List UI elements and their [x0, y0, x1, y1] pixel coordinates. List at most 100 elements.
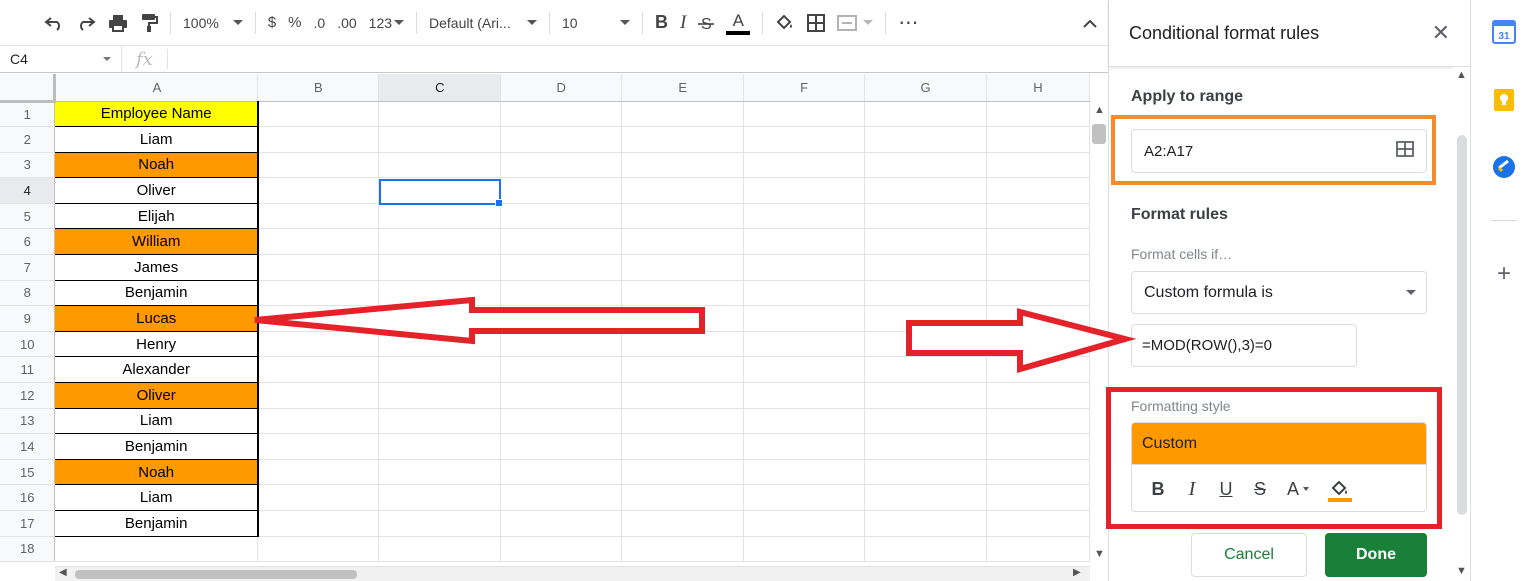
row-header[interactable]: 14 — [0, 433, 56, 460]
percent-button[interactable]: % — [282, 8, 307, 38]
cancel-button[interactable]: Cancel — [1191, 533, 1307, 577]
select-range-icon[interactable] — [1396, 141, 1414, 161]
cell-f[interactable] — [743, 484, 866, 511]
cell-e[interactable] — [621, 382, 745, 409]
cell-a[interactable]: Henry — [54, 331, 259, 358]
column-header-e[interactable]: E — [621, 74, 745, 102]
cell-f[interactable] — [743, 228, 866, 256]
grid-horizontal-scrollbar[interactable]: ◀ ▶ — [55, 566, 1090, 581]
style-preview[interactable]: Custom — [1132, 423, 1426, 465]
cell-c[interactable] — [378, 254, 502, 281]
cell-e[interactable] — [621, 228, 745, 256]
column-header-g[interactable]: G — [864, 74, 987, 102]
custom-formula-input[interactable]: =MOD(ROW(),3)=0 — [1131, 324, 1357, 367]
cell-f[interactable] — [743, 510, 866, 537]
chevron-up-icon[interactable]: ▲ — [1094, 104, 1105, 116]
row-header[interactable]: 7 — [0, 254, 56, 281]
cell-e[interactable] — [621, 152, 745, 179]
cell-g[interactable] — [864, 459, 987, 486]
fill-color-icon[interactable] — [769, 8, 801, 38]
cell-b[interactable] — [257, 459, 380, 486]
redo-icon[interactable] — [70, 8, 102, 38]
scrollbar-thumb[interactable] — [1092, 124, 1106, 144]
cell-a[interactable]: Lucas — [54, 305, 259, 332]
row-header[interactable]: 12 — [0, 382, 56, 409]
cell-e[interactable] — [621, 101, 745, 128]
condition-select[interactable]: Custom formula is — [1131, 271, 1427, 314]
cell-c[interactable] — [378, 484, 502, 511]
increase-decimals-button[interactable]: .00 — [331, 8, 362, 38]
cell-g[interactable] — [864, 382, 987, 409]
cell-h[interactable] — [986, 459, 1090, 486]
cell-b[interactable] — [257, 203, 380, 230]
row-header[interactable]: 10 — [0, 331, 56, 358]
cell-f[interactable] — [743, 408, 866, 435]
cell-a[interactable]: Liam — [54, 408, 259, 435]
row-header[interactable]: 13 — [0, 408, 56, 435]
cell-c[interactable] — [378, 203, 502, 230]
cell-h[interactable] — [986, 254, 1090, 281]
cell-d[interactable] — [500, 254, 623, 281]
cell-b[interactable] — [257, 152, 380, 179]
cell-f[interactable] — [743, 280, 866, 307]
cell-f[interactable] — [743, 331, 866, 358]
zoom-select[interactable]: 100% — [177, 8, 249, 38]
row-header[interactable]: 11 — [0, 356, 56, 384]
cell-a[interactable]: Benjamin — [54, 280, 259, 307]
column-header-h[interactable]: H — [986, 74, 1090, 102]
cell-g[interactable] — [864, 305, 987, 332]
add-addon-icon[interactable]: + — [1492, 260, 1516, 288]
undo-icon[interactable] — [38, 8, 70, 38]
cell-e[interactable] — [621, 126, 745, 153]
more-formats-select[interactable]: 123 — [363, 8, 410, 38]
merge-cells-icon[interactable] — [831, 8, 879, 38]
cell-c[interactable] — [378, 305, 502, 332]
cell-e[interactable] — [621, 510, 745, 537]
cell-h[interactable] — [986, 382, 1090, 409]
cell-c[interactable] — [378, 177, 502, 204]
cell-g[interactable] — [864, 203, 987, 230]
strikethrough-icon[interactable]: S — [692, 8, 720, 38]
column-header-d[interactable]: D — [500, 74, 623, 102]
cell-b[interactable] — [257, 484, 380, 511]
panel-scrollbar[interactable]: ▲ ▼ — [1453, 67, 1471, 581]
style-strikethrough-button[interactable]: S — [1244, 473, 1276, 505]
cell-a[interactable]: James — [54, 254, 259, 281]
column-header-a[interactable]: A — [54, 74, 259, 102]
cell-d[interactable] — [500, 408, 623, 435]
style-bold-button[interactable]: B — [1142, 473, 1174, 505]
cell-a[interactable]: Liam — [54, 484, 259, 511]
cell-d[interactable] — [500, 203, 623, 230]
cell-g[interactable] — [864, 152, 987, 179]
cell-c[interactable] — [378, 280, 502, 307]
scrollbar-thumb[interactable] — [1457, 135, 1467, 515]
cell-d[interactable] — [500, 510, 623, 537]
chevron-right-icon[interactable]: ▶ — [1073, 567, 1081, 578]
cell-h[interactable] — [986, 536, 1090, 563]
row-header[interactable]: 17 — [0, 510, 56, 537]
cell-a[interactable]: Liam — [54, 126, 259, 153]
cell-b[interactable] — [257, 126, 380, 153]
tasks-icon[interactable] — [1492, 155, 1516, 179]
cell-d[interactable] — [500, 459, 623, 486]
cell-a[interactable]: Benjamin — [54, 433, 259, 460]
cell-h[interactable] — [986, 177, 1090, 204]
text-color-button[interactable]: A — [720, 8, 756, 38]
row-header[interactable]: 4 — [0, 177, 56, 204]
cell-a[interactable]: Benjamin — [54, 510, 259, 537]
column-header-b[interactable]: B — [257, 74, 380, 102]
cell-a[interactable]: Oliver — [54, 382, 259, 409]
select-all-corner[interactable] — [0, 74, 57, 103]
style-underline-button[interactable]: U — [1210, 473, 1242, 505]
cell-f[interactable] — [743, 459, 866, 486]
cell-f[interactable] — [743, 305, 866, 332]
cell-f[interactable] — [743, 254, 866, 281]
row-header[interactable]: 8 — [0, 280, 56, 307]
cell-b[interactable] — [257, 356, 380, 384]
cell-a[interactable]: Oliver — [54, 177, 259, 204]
cell-h[interactable] — [986, 305, 1090, 332]
cell-e[interactable] — [621, 280, 745, 307]
cell-d[interactable] — [500, 152, 623, 179]
cell-d[interactable] — [500, 177, 623, 204]
cell-g[interactable] — [864, 408, 987, 435]
